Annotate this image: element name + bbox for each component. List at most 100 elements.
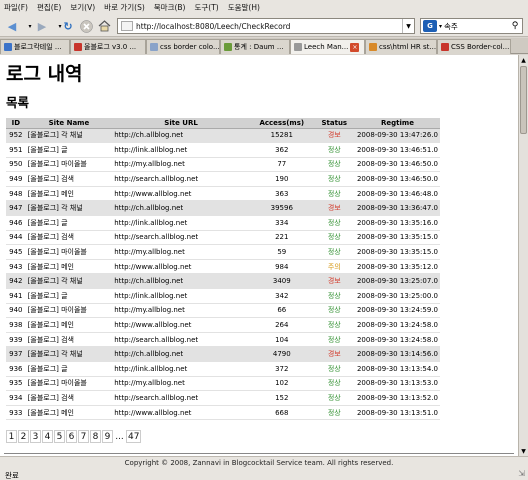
cell-regtime: 2008-09-30 13:46:48.0 (354, 186, 440, 202)
scroll-down-icon[interactable]: ▼ (519, 446, 528, 456)
url-input[interactable]: http://localhost:8080/Leech/CheckRecord (136, 22, 402, 31)
cell-access: 77 (249, 157, 314, 173)
browser-tab[interactable]: css\html HR st... (365, 39, 437, 54)
table-row: 935 [올블로그] 마이올블 http://my.allblog.net 102 정상… (6, 376, 440, 392)
cell-regtime: 2008-09-30 13:25:07.0 (354, 273, 440, 290)
page-link[interactable]: 2 (18, 430, 29, 443)
table-row: 948 [올블로그] 메인 http://www.allblog.net 363 정상 2… (6, 186, 440, 202)
cell-url: http://ch.allblog.net (112, 346, 250, 362)
reload-icon[interactable]: ↻ (60, 18, 76, 34)
page-link[interactable]: 47 (126, 430, 142, 443)
table-row: 936 [올블로그] 글 http://link.allblog.net 372 정상 2… (6, 361, 440, 377)
url-bar[interactable]: http://localhost:8080/Leech/CheckRecord … (117, 18, 415, 34)
cell-regtime: 2008-09-30 13:47:26.0 (354, 128, 440, 144)
page-link[interactable]: 3 (30, 430, 41, 443)
cell-status: 정상 (313, 171, 355, 187)
tab-favicon-icon (150, 43, 158, 51)
tab-favicon-icon (4, 43, 12, 51)
cell-url: http://my.allblog.net (112, 376, 250, 392)
scroll-thumb[interactable] (520, 66, 527, 134)
search-icon[interactable]: ⚲ (508, 21, 522, 31)
page-link[interactable]: 7 (78, 430, 89, 443)
page-link[interactable]: 9 (102, 430, 113, 443)
cell-name: [올블로그] 메인 (25, 405, 113, 421)
scroll-up-icon[interactable]: ▲ (519, 55, 528, 65)
browser-tab[interactable]: 블로그칵테일 ... (0, 39, 70, 54)
cell-status: 경보 (313, 346, 355, 362)
tab-close-icon[interactable]: × (350, 42, 360, 52)
cell-id: 951 (6, 142, 26, 158)
cell-url: http://search.allblog.net (112, 332, 250, 348)
page-link[interactable]: 1 (6, 430, 17, 443)
tab-favicon-icon (224, 43, 232, 51)
table-row: 940 [올블로그] 마이올블 http://my.allblog.net 66 정상 2… (6, 303, 440, 319)
back-arrow-icon[interactable]: ◀ (4, 18, 20, 34)
table-row: 941 [올블로그] 글 http://link.allblog.net 342 정상 2… (6, 288, 440, 304)
header-access: Access(ms) (249, 118, 314, 129)
cell-regtime: 2008-09-30 13:14:56.0 (354, 346, 440, 362)
menu-item[interactable]: 편집(E) (37, 2, 61, 13)
cell-regtime: 2008-09-30 13:46:51.0 (354, 142, 440, 158)
cell-url: http://www.allblog.net (112, 259, 250, 275)
table-row: 934 [올블로그] 검색 http://search.allblog.net 152… (6, 390, 440, 406)
page-link[interactable]: 8 (90, 430, 101, 443)
browser-tab[interactable]: Leech Man... × (290, 39, 365, 54)
cell-access: 104 (249, 332, 314, 348)
search-engine-dropdown-icon[interactable]: ▾ (439, 23, 442, 30)
page-link[interactable]: 6 (66, 430, 77, 443)
cell-url: http://www.allblog.net (112, 317, 250, 333)
vertical-scrollbar[interactable]: ▲ ▼ (518, 55, 528, 456)
cell-url: http://search.allblog.net (112, 230, 250, 246)
tab-bar: 블로그칵테일 ... 올블로그 v3.0 ... css border colo..… (0, 38, 528, 54)
table-row: 942 [올블로그] 각 채널 http://ch.allblog.net 3409 경… (6, 273, 440, 290)
cell-id: 935 (6, 376, 26, 392)
menu-item[interactable]: 북마크(B) (154, 2, 186, 13)
tab-label: 블로그칵테일 ... (14, 43, 62, 51)
table-row: 944 [올블로그] 검색 http://search.allblog.net 221… (6, 230, 440, 246)
cell-regtime: 2008-09-30 13:13:54.0 (354, 361, 440, 377)
browser-tab[interactable]: css border colo... (146, 39, 220, 54)
cell-access: 66 (249, 303, 314, 319)
cell-id: 936 (6, 361, 26, 377)
cell-regtime: 2008-09-30 13:13:53.0 (354, 376, 440, 392)
browser-tab[interactable]: CSS Border-col... (437, 39, 511, 54)
resize-grip-icon[interactable]: ⇲ (518, 469, 525, 478)
table-row: 951 [올블로그] 글 http://link.allblog.net 362 정상 2… (6, 142, 440, 158)
browser-tab[interactable]: 통계 : Daum ... (220, 39, 290, 54)
search-bar[interactable]: G ▾ 속주 ⚲ (420, 18, 523, 34)
page-link[interactable]: 5 (54, 430, 65, 443)
menu-item[interactable]: 보기(V) (70, 2, 95, 13)
cell-regtime: 2008-09-30 13:24:58.0 (354, 332, 440, 348)
cell-id: 948 (6, 186, 26, 202)
url-dropdown-icon[interactable]: ▼ (402, 19, 414, 33)
cell-name: [올블로그] 글 (25, 142, 113, 158)
cell-regtime: 2008-09-30 13:46:50.0 (354, 171, 440, 187)
footer-divider (4, 453, 514, 454)
section-title: 목록 (6, 95, 30, 110)
home-icon[interactable] (96, 18, 112, 34)
cell-url: http://my.allblog.net (112, 157, 250, 173)
search-engine-icon[interactable]: G (423, 20, 437, 32)
page-link[interactable]: 4 (42, 430, 53, 443)
browser-tab[interactable]: 올블로그 v3.0 ... (70, 39, 146, 54)
menu-item[interactable]: 바로 가기(S) (104, 2, 145, 13)
cell-name: [올블로그] 검색 (25, 390, 113, 406)
search-input[interactable]: 속주 (444, 21, 508, 32)
forward-arrow-icon[interactable]: ▶ (34, 18, 50, 34)
navigation-toolbar: ◀ ▾ ▶ ▾ ↻ http://localhost:8080/Leech/Ch… (0, 15, 528, 37)
cell-access: 3409 (249, 273, 314, 290)
menu-item[interactable]: 파일(F) (4, 2, 28, 13)
cell-status: 정상 (313, 230, 355, 246)
stop-icon[interactable] (78, 18, 94, 34)
menu-item[interactable]: 도구(T) (194, 2, 218, 13)
cell-id: 950 (6, 157, 26, 173)
header-site-url: Site URL (112, 118, 250, 129)
cell-regtime: 2008-09-30 13:35:15.0 (354, 244, 440, 260)
cell-access: 363 (249, 186, 314, 202)
menu-item[interactable]: 도움말(H) (228, 2, 260, 13)
cell-access: 190 (249, 171, 314, 187)
cell-url: http://ch.allblog.net (112, 200, 250, 217)
cell-access: 152 (249, 390, 314, 406)
cell-regtime: 2008-09-30 13:13:52.0 (354, 390, 440, 406)
cell-name: [올블로그] 메인 (25, 317, 113, 333)
